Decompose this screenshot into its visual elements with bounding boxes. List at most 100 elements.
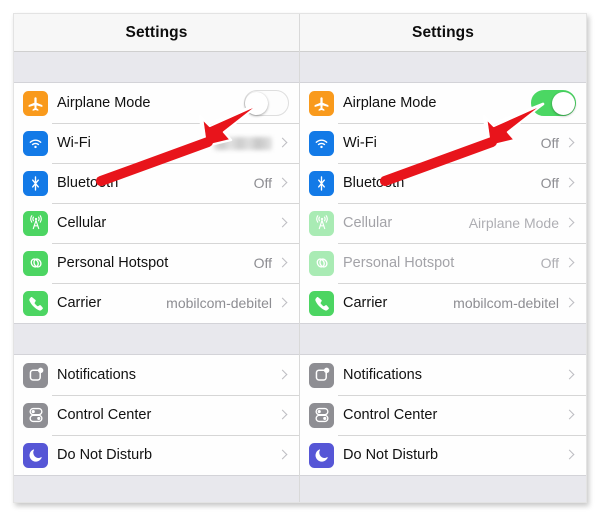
phone-icon xyxy=(309,290,334,316)
navigation-bar: Settings xyxy=(300,14,586,52)
settings-row-bluetooth[interactable]: Bluetooth Off xyxy=(300,163,586,203)
settings-row-label: Carrier xyxy=(343,295,388,311)
hotspot-state-value: Off xyxy=(253,255,272,271)
hotspot-state-value: Off xyxy=(540,255,559,271)
airplane-icon xyxy=(309,90,334,116)
settings-row-label: Bluetooth xyxy=(343,175,405,191)
bluetooth-state-value: Off xyxy=(253,175,272,191)
settings-row-label: Cellular xyxy=(343,215,393,231)
settings-row-label: Control Center xyxy=(57,407,152,423)
notifications-badge-icon xyxy=(23,362,48,388)
settings-row-label: Wi-Fi xyxy=(57,135,91,151)
toggle-knob xyxy=(552,92,575,115)
group-gap-top xyxy=(300,52,586,83)
moon-icon xyxy=(23,442,48,468)
moon-icon xyxy=(309,442,334,468)
chevron-right-icon xyxy=(565,409,577,421)
settings-row-control-center[interactable]: Control Center xyxy=(14,395,299,435)
group-gap-bottom xyxy=(300,475,586,502)
settings-row-label: Airplane Mode xyxy=(343,95,437,111)
navigation-bar: Settings xyxy=(14,14,299,52)
bluetooth-icon xyxy=(309,170,334,196)
settings-row-label: Do Not Disturb xyxy=(343,447,439,463)
comparison-frame: Settings Airplane Mode Wi-Fi Bluetooth O… xyxy=(13,13,587,503)
chevron-right-icon xyxy=(278,177,290,189)
settings-panel-airplane-off: Settings Airplane Mode Wi-Fi Bluetooth O… xyxy=(14,14,300,502)
airplane-icon xyxy=(23,90,48,116)
chevron-right-icon xyxy=(565,217,577,229)
chevron-right-icon xyxy=(278,409,290,421)
hotspot-link-icon xyxy=(309,250,334,276)
airplane-mode-toggle[interactable] xyxy=(244,90,289,116)
settings-row-wifi[interactable]: Wi-Fi Off xyxy=(300,123,586,163)
chevron-right-icon xyxy=(278,137,290,149)
group-gap-top xyxy=(14,52,299,83)
settings-row-label: Control Center xyxy=(343,407,438,423)
settings-group-system: Notifications Control Center Do Not Dist… xyxy=(14,355,299,475)
control-center-sliders-icon xyxy=(309,402,334,428)
page-title: Settings xyxy=(125,23,188,41)
settings-row-do-not-disturb[interactable]: Do Not Disturb xyxy=(14,435,299,475)
screenshot-canvas: Settings Airplane Mode Wi-Fi Bluetooth O… xyxy=(0,0,600,516)
chevron-right-icon xyxy=(565,297,577,309)
settings-row-label: Notifications xyxy=(57,367,136,383)
chevron-right-icon xyxy=(565,369,577,381)
chevron-right-icon xyxy=(278,257,290,269)
phone-icon xyxy=(23,290,48,316)
wifi-state-value: Off xyxy=(540,135,559,151)
chevron-right-icon xyxy=(565,257,577,269)
group-gap-middle xyxy=(14,323,299,355)
group-gap-middle xyxy=(300,323,586,355)
settings-row-notifications[interactable]: Notifications xyxy=(300,355,586,395)
chevron-right-icon xyxy=(278,297,290,309)
wifi-icon xyxy=(23,130,48,156)
cellular-tower-icon xyxy=(309,210,334,236)
chevron-right-icon xyxy=(565,177,577,189)
settings-row-airplane-mode[interactable]: Airplane Mode xyxy=(300,83,586,123)
settings-row-label: Do Not Disturb xyxy=(57,447,153,463)
settings-row-personal-hotspot[interactable]: Personal Hotspot Off xyxy=(300,243,586,283)
airplane-mode-toggle[interactable] xyxy=(531,90,576,116)
hotspot-link-icon xyxy=(23,250,48,276)
settings-group-connectivity: Airplane Mode Wi-Fi xyxy=(300,83,586,323)
settings-group-system: Notifications Control Center Do Not Dist… xyxy=(300,355,586,475)
bluetooth-icon xyxy=(23,170,48,196)
group-gap-bottom xyxy=(14,475,299,502)
settings-row-label: Personal Hotspot xyxy=(343,255,455,271)
settings-row-cellular[interactable]: Cellular xyxy=(14,203,299,243)
settings-row-label: Bluetooth xyxy=(57,175,119,191)
wifi-network-value-redacted xyxy=(214,136,272,150)
chevron-right-icon xyxy=(565,449,577,461)
control-center-sliders-icon xyxy=(23,402,48,428)
chevron-right-icon xyxy=(278,449,290,461)
bluetooth-state-value: Off xyxy=(540,175,559,191)
settings-row-airplane-mode[interactable]: Airplane Mode xyxy=(14,83,299,123)
settings-row-notifications[interactable]: Notifications xyxy=(14,355,299,395)
settings-row-carrier[interactable]: Carrier mobilcom-debitel xyxy=(300,283,586,323)
settings-row-carrier[interactable]: Carrier mobilcom-debitel xyxy=(14,283,299,323)
settings-row-label: Notifications xyxy=(343,367,422,383)
chevron-right-icon xyxy=(565,137,577,149)
settings-row-label: Wi-Fi xyxy=(343,135,377,151)
cellular-state-value: Airplane Mode xyxy=(468,215,559,231)
chevron-right-icon xyxy=(278,217,290,229)
settings-row-label: Personal Hotspot xyxy=(57,255,169,271)
carrier-name-value: mobilcom-debitel xyxy=(453,295,559,311)
settings-group-connectivity: Airplane Mode Wi-Fi xyxy=(14,83,299,323)
settings-row-personal-hotspot[interactable]: Personal Hotspot Off xyxy=(14,243,299,283)
page-title: Settings xyxy=(412,23,474,41)
notifications-badge-icon xyxy=(309,362,334,388)
toggle-knob xyxy=(245,92,268,115)
chevron-right-icon xyxy=(278,369,290,381)
settings-row-cellular[interactable]: Cellular Airplane Mode xyxy=(300,203,586,243)
settings-row-do-not-disturb[interactable]: Do Not Disturb xyxy=(300,435,586,475)
carrier-name-value: mobilcom-debitel xyxy=(166,295,272,311)
cellular-tower-icon xyxy=(23,210,48,236)
settings-row-label: Airplane Mode xyxy=(57,95,151,111)
settings-row-label: Cellular xyxy=(57,215,107,231)
settings-row-bluetooth[interactable]: Bluetooth Off xyxy=(14,163,299,203)
settings-row-label: Carrier xyxy=(57,295,102,311)
wifi-icon xyxy=(309,130,334,156)
settings-row-control-center[interactable]: Control Center xyxy=(300,395,586,435)
settings-row-wifi[interactable]: Wi-Fi xyxy=(14,123,299,163)
